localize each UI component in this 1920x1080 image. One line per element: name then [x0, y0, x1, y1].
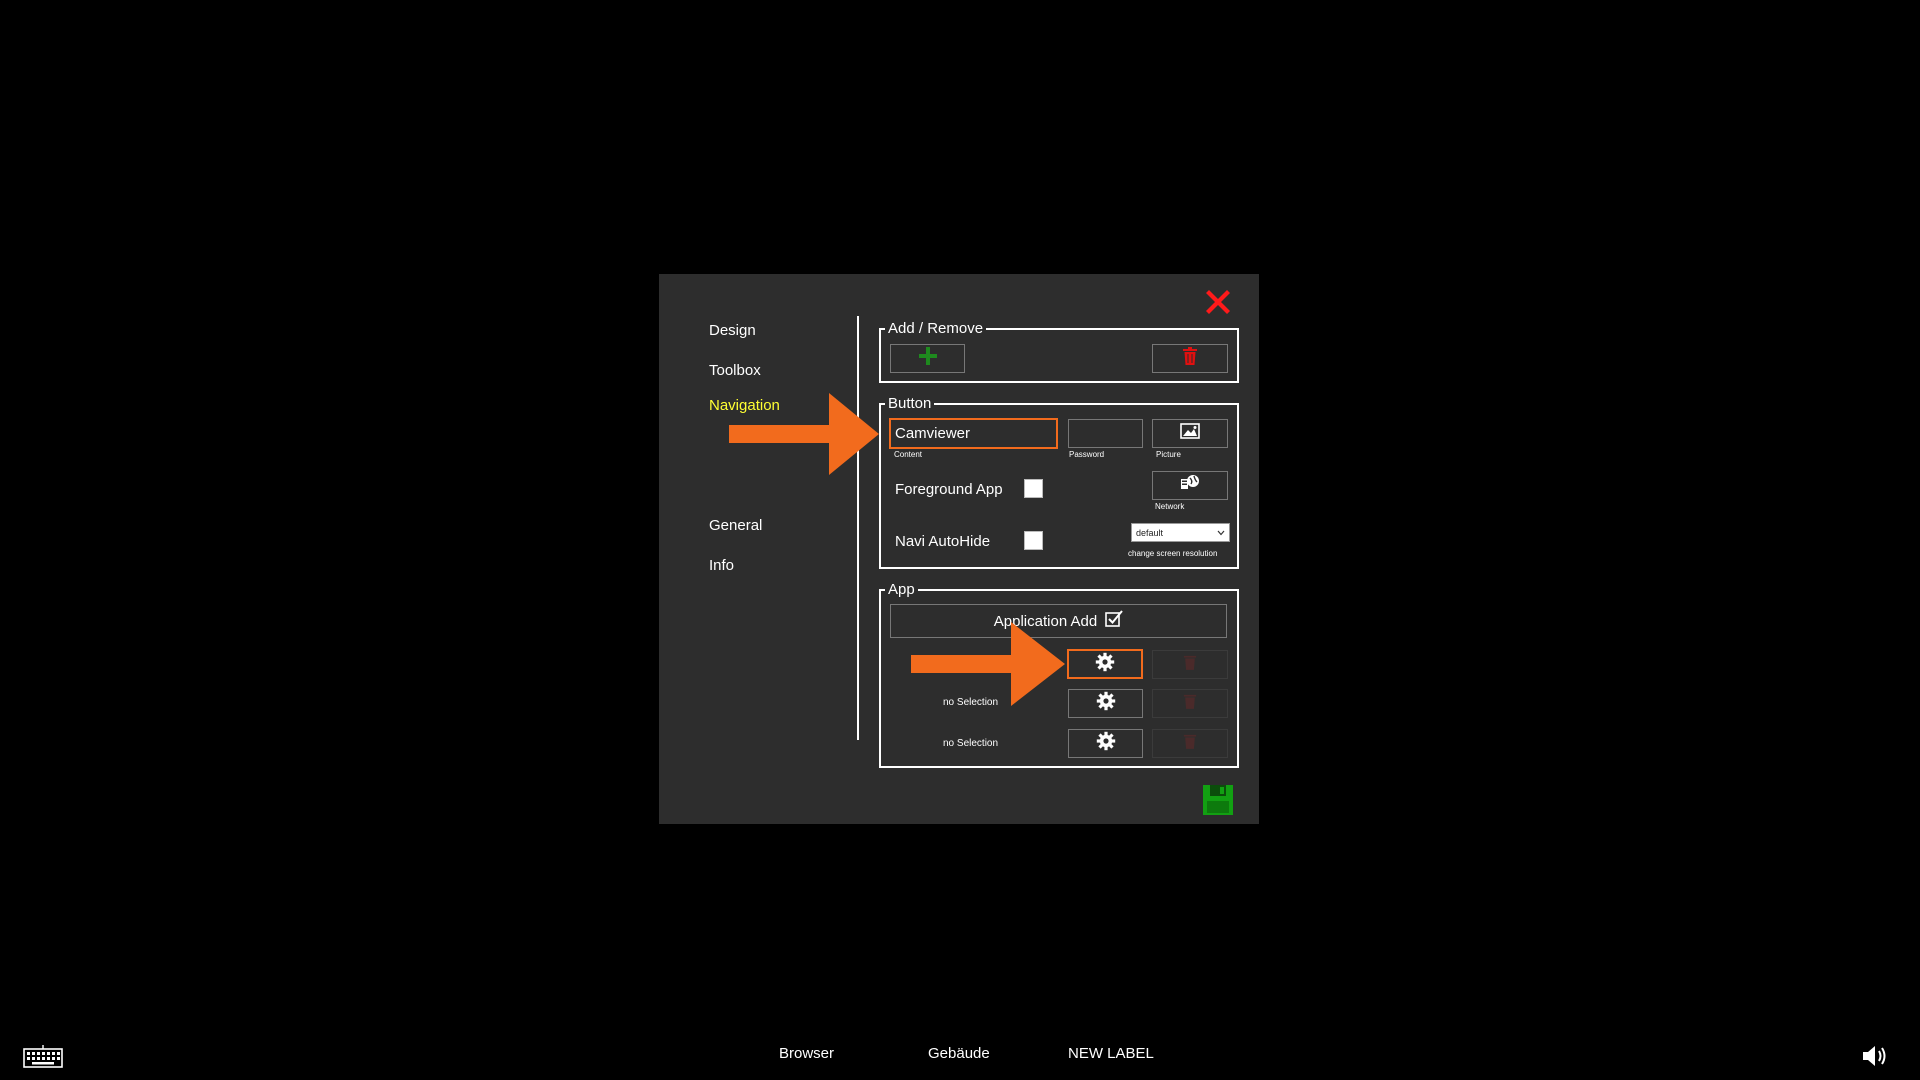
- content-field[interactable]: [889, 418, 1058, 449]
- remove-button[interactable]: [1152, 344, 1228, 373]
- app-row-1-delete-button[interactable]: [1152, 650, 1228, 679]
- app-row-3-settings-button[interactable]: [1068, 729, 1143, 758]
- app-row-3-delete-button[interactable]: [1152, 729, 1228, 758]
- chevron-down-icon: [1217, 528, 1225, 538]
- network-label: Network: [1155, 502, 1185, 511]
- sidebar-item-info[interactable]: Info: [709, 557, 734, 574]
- gear-icon: [1095, 652, 1115, 677]
- app-group-title: App: [885, 581, 918, 599]
- taskbar-item-new-label[interactable]: NEW LABEL: [1068, 1045, 1154, 1062]
- taskbar-item-browser[interactable]: Browser: [779, 1045, 834, 1062]
- keyboard-icon[interactable]: [23, 1044, 63, 1073]
- arrow-annotation-content: [729, 393, 881, 475]
- navi-autohide-label: Navi AutoHide: [895, 533, 991, 550]
- gear-icon: [1096, 691, 1116, 716]
- password-field[interactable]: [1068, 419, 1143, 448]
- trash-icon: [1182, 347, 1198, 370]
- plus-icon: [917, 345, 939, 372]
- app-row-2-delete-button[interactable]: [1152, 689, 1228, 718]
- gear-icon: [1096, 731, 1116, 756]
- sidebar-divider: [857, 316, 859, 740]
- navi-autohide-checkbox[interactable]: [1024, 531, 1043, 550]
- password-label: Password: [1069, 450, 1105, 459]
- network-button[interactable]: [1152, 471, 1228, 500]
- close-icon[interactable]: [1200, 284, 1236, 320]
- volume-icon[interactable]: [1861, 1043, 1889, 1074]
- checkbox-checked-icon: [1105, 609, 1123, 633]
- add-remove-title: Add / Remove: [885, 320, 987, 338]
- trash-icon: [1183, 733, 1197, 754]
- network-icon: [1180, 474, 1200, 497]
- button-group-title: Button: [885, 395, 935, 413]
- add-button[interactable]: [890, 344, 965, 373]
- trash-icon: [1183, 654, 1197, 675]
- picture-label: Picture: [1156, 450, 1181, 459]
- picture-button[interactable]: [1152, 419, 1228, 448]
- app-row-2-settings-button[interactable]: [1068, 689, 1143, 718]
- resolution-label: change screen resolution: [1128, 549, 1218, 558]
- foreground-app-checkbox[interactable]: [1024, 479, 1043, 498]
- content-label: Content: [894, 450, 923, 459]
- app-row-3-selection: no Selection: [943, 738, 999, 749]
- trash-icon: [1183, 693, 1197, 714]
- arrow-annotation-settings: [911, 622, 1066, 711]
- sidebar-item-general[interactable]: General: [709, 517, 762, 534]
- sidebar-item-toolbox[interactable]: Toolbox: [709, 362, 761, 379]
- resolution-select-value: default: [1136, 527, 1164, 538]
- taskbar-item-gebaeude[interactable]: Gebäude: [928, 1045, 990, 1062]
- app-row-1-settings-button[interactable]: [1067, 649, 1143, 679]
- image-icon: [1180, 423, 1200, 444]
- resolution-select[interactable]: default: [1131, 523, 1230, 542]
- save-icon[interactable]: [1203, 785, 1233, 815]
- foreground-app-label: Foreground App: [895, 481, 1003, 498]
- sidebar-item-design[interactable]: Design: [709, 322, 756, 339]
